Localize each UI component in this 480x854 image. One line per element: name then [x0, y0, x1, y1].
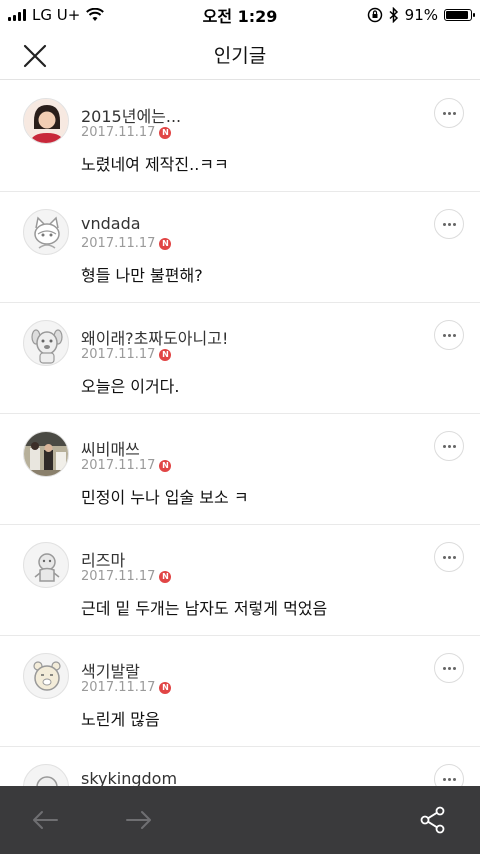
more-options-button[interactable]: [434, 98, 464, 128]
status-right: 91%: [367, 6, 480, 24]
status-bar: LG U+ 오전 1:29 91%: [0, 0, 480, 30]
post-meta: 2017.11.17 N: [81, 125, 172, 140]
post-text[interactable]: 노린게 많음: [81, 706, 160, 730]
new-badge: N: [159, 348, 172, 361]
battery-icon: [444, 9, 475, 21]
post-date: 2017.11.17: [81, 569, 156, 584]
list-item[interactable]: 리즈마 2017.11.17 N 근데 밑 두개는 남자도 저렇게 먹었음: [0, 525, 480, 636]
avatar[interactable]: [23, 431, 69, 477]
battery-percent: 91%: [404, 6, 438, 24]
new-badge: N: [159, 237, 172, 250]
post-text[interactable]: 민정이 누나 입술 보소 ㅋ: [81, 484, 249, 508]
more-options-button[interactable]: [434, 653, 464, 683]
avatar[interactable]: [23, 209, 69, 255]
author-name[interactable]: skykingdom: [81, 769, 177, 786]
list-item[interactable]: 색기발랄 2017.11.17 N 노린게 많음: [0, 636, 480, 747]
post-text[interactable]: 근데 밑 두개는 남자도 저렇게 먹었음: [81, 595, 327, 619]
post-date: 2017.11.17: [81, 347, 156, 362]
author-name[interactable]: 리즈마: [81, 547, 125, 571]
arrow-left-icon[interactable]: [30, 805, 60, 835]
list-item[interactable]: skykingdom: [0, 747, 480, 786]
post-meta: 2017.11.17 N: [81, 680, 172, 695]
post-text[interactable]: 형들 나만 불편해?: [81, 262, 203, 286]
post-meta: 2017.11.17 N: [81, 458, 172, 473]
avatar[interactable]: [23, 98, 69, 144]
author-name[interactable]: 씨비매쓰: [81, 436, 140, 460]
more-options-button[interactable]: [434, 764, 464, 786]
new-badge: N: [159, 570, 172, 583]
signal-icon: [8, 9, 26, 21]
author-name[interactable]: 왜이래?초짜도아니고!: [81, 325, 228, 349]
author-name[interactable]: 색기발랄: [81, 658, 140, 682]
avatar[interactable]: [23, 320, 69, 366]
status-left: LG U+: [0, 6, 105, 24]
list-item[interactable]: 2015년에는... 2017.11.17 N 노렸네여 제작진..ㅋㅋ: [0, 81, 480, 192]
bluetooth-icon: [389, 7, 398, 23]
author-name[interactable]: 2015년에는...: [81, 103, 181, 127]
header: 인기글: [0, 30, 480, 80]
avatar[interactable]: [23, 653, 69, 699]
new-badge: N: [159, 126, 172, 139]
post-date: 2017.11.17: [81, 236, 156, 251]
more-options-button[interactable]: [434, 320, 464, 350]
author-name[interactable]: vndada: [81, 214, 141, 233]
post-date: 2017.11.17: [81, 458, 156, 473]
new-badge: N: [159, 681, 172, 694]
post-meta: 2017.11.17 N: [81, 569, 172, 584]
post-list: 2015년에는... 2017.11.17 N 노렸네여 제작진..ㅋㅋ vnd…: [0, 81, 480, 786]
post-text[interactable]: 노렸네여 제작진..ㅋㅋ: [81, 151, 229, 175]
share-icon[interactable]: [418, 805, 448, 835]
post-date: 2017.11.17: [81, 125, 156, 140]
post-text[interactable]: 오늘은 이거다.: [81, 373, 180, 397]
more-options-button[interactable]: [434, 542, 464, 572]
page-title: 인기글: [213, 45, 267, 67]
more-options-button[interactable]: [434, 431, 464, 461]
carrier-label: LG U+: [32, 6, 81, 24]
arrow-right-icon[interactable]: [124, 805, 154, 835]
post-meta: 2017.11.17 N: [81, 347, 172, 362]
post-date: 2017.11.17: [81, 680, 156, 695]
list-item[interactable]: 씨비매쓰 2017.11.17 N 민정이 누나 입술 보소 ㅋ: [0, 414, 480, 525]
list-item[interactable]: 왜이래?초짜도아니고! 2017.11.17 N 오늘은 이거다.: [0, 303, 480, 414]
rotation-lock-icon: [367, 7, 382, 23]
avatar[interactable]: [23, 764, 69, 786]
post-meta: 2017.11.17 N: [81, 236, 172, 251]
list-item[interactable]: vndada 2017.11.17 N 형들 나만 불편해?: [0, 192, 480, 303]
new-badge: N: [159, 459, 172, 472]
avatar[interactable]: [23, 542, 69, 588]
bottom-toolbar: [0, 786, 480, 854]
more-options-button[interactable]: [434, 209, 464, 239]
wifi-icon: [86, 8, 105, 21]
